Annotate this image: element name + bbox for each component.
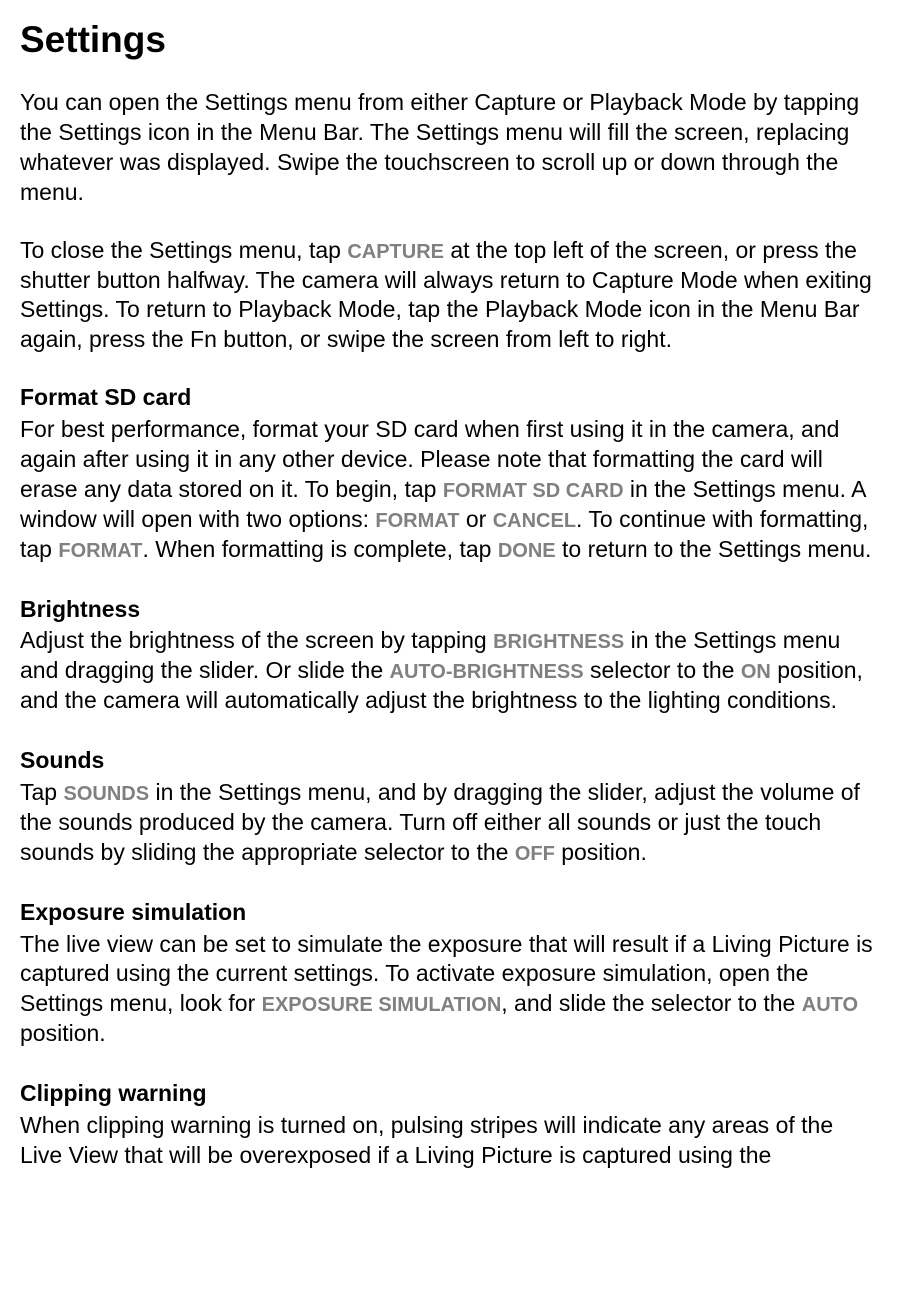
auto-brightness-label: AUTO-BRIGHTNESS: [390, 661, 584, 683]
format-label-2: FORMAT: [58, 540, 142, 562]
intro-paragraph-2: To close the Settings menu, tap CAPTURE …: [20, 236, 878, 356]
format-heading: Format SD card: [20, 383, 878, 413]
off-label: OFF: [515, 843, 555, 865]
sounds-section: Sounds Tap SOUNDS in the Settings menu, …: [20, 746, 878, 868]
cancel-label: CANCEL: [493, 510, 576, 532]
text: position.: [20, 1020, 106, 1046]
text: or: [459, 506, 492, 532]
sounds-heading: Sounds: [20, 746, 878, 776]
text: , and slide the selector to the: [501, 990, 801, 1016]
exposure-simulation-label: EXPOSURE SIMULATION: [262, 994, 502, 1016]
clipping-section: Clipping warning When clipping warning i…: [20, 1079, 878, 1171]
brightness-body: Adjust the brightness of the screen by t…: [20, 626, 878, 716]
format-label: FORMAT: [375, 510, 459, 532]
text: Adjust the brightness of the screen by t…: [20, 627, 493, 653]
format-section: Format SD card For best performance, for…: [20, 383, 878, 564]
brightness-heading: Brightness: [20, 595, 878, 625]
text: . When formatting is complete, tap: [142, 536, 497, 562]
clipping-body: When clipping warning is turned on, puls…: [20, 1111, 878, 1171]
exposure-section: Exposure simulation The live view can be…: [20, 898, 878, 1049]
clipping-heading: Clipping warning: [20, 1079, 878, 1109]
done-label: DONE: [498, 540, 556, 562]
sounds-label: SOUNDS: [63, 783, 149, 805]
exposure-body: The live view can be set to simulate the…: [20, 930, 878, 1050]
auto-label: AUTO: [802, 994, 858, 1016]
text: To close the Settings menu, tap: [20, 237, 347, 263]
text: to return to the Settings menu.: [556, 536, 872, 562]
text: position.: [555, 839, 647, 865]
brightness-label: BRIGHTNESS: [493, 631, 624, 653]
format-sd-card-label: FORMAT SD CARD: [443, 480, 624, 502]
capture-label: CAPTURE: [347, 241, 444, 263]
brightness-section: Brightness Adjust the brightness of the …: [20, 595, 878, 717]
format-body: For best performance, format your SD car…: [20, 415, 878, 564]
exposure-heading: Exposure simulation: [20, 898, 878, 928]
sounds-body: Tap SOUNDS in the Settings menu, and by …: [20, 778, 878, 868]
text: Tap: [20, 779, 63, 805]
intro-paragraph-1: You can open the Settings menu from eith…: [20, 88, 878, 208]
text: selector to the: [584, 657, 741, 683]
on-label: ON: [741, 661, 771, 683]
page-title: Settings: [20, 16, 878, 64]
